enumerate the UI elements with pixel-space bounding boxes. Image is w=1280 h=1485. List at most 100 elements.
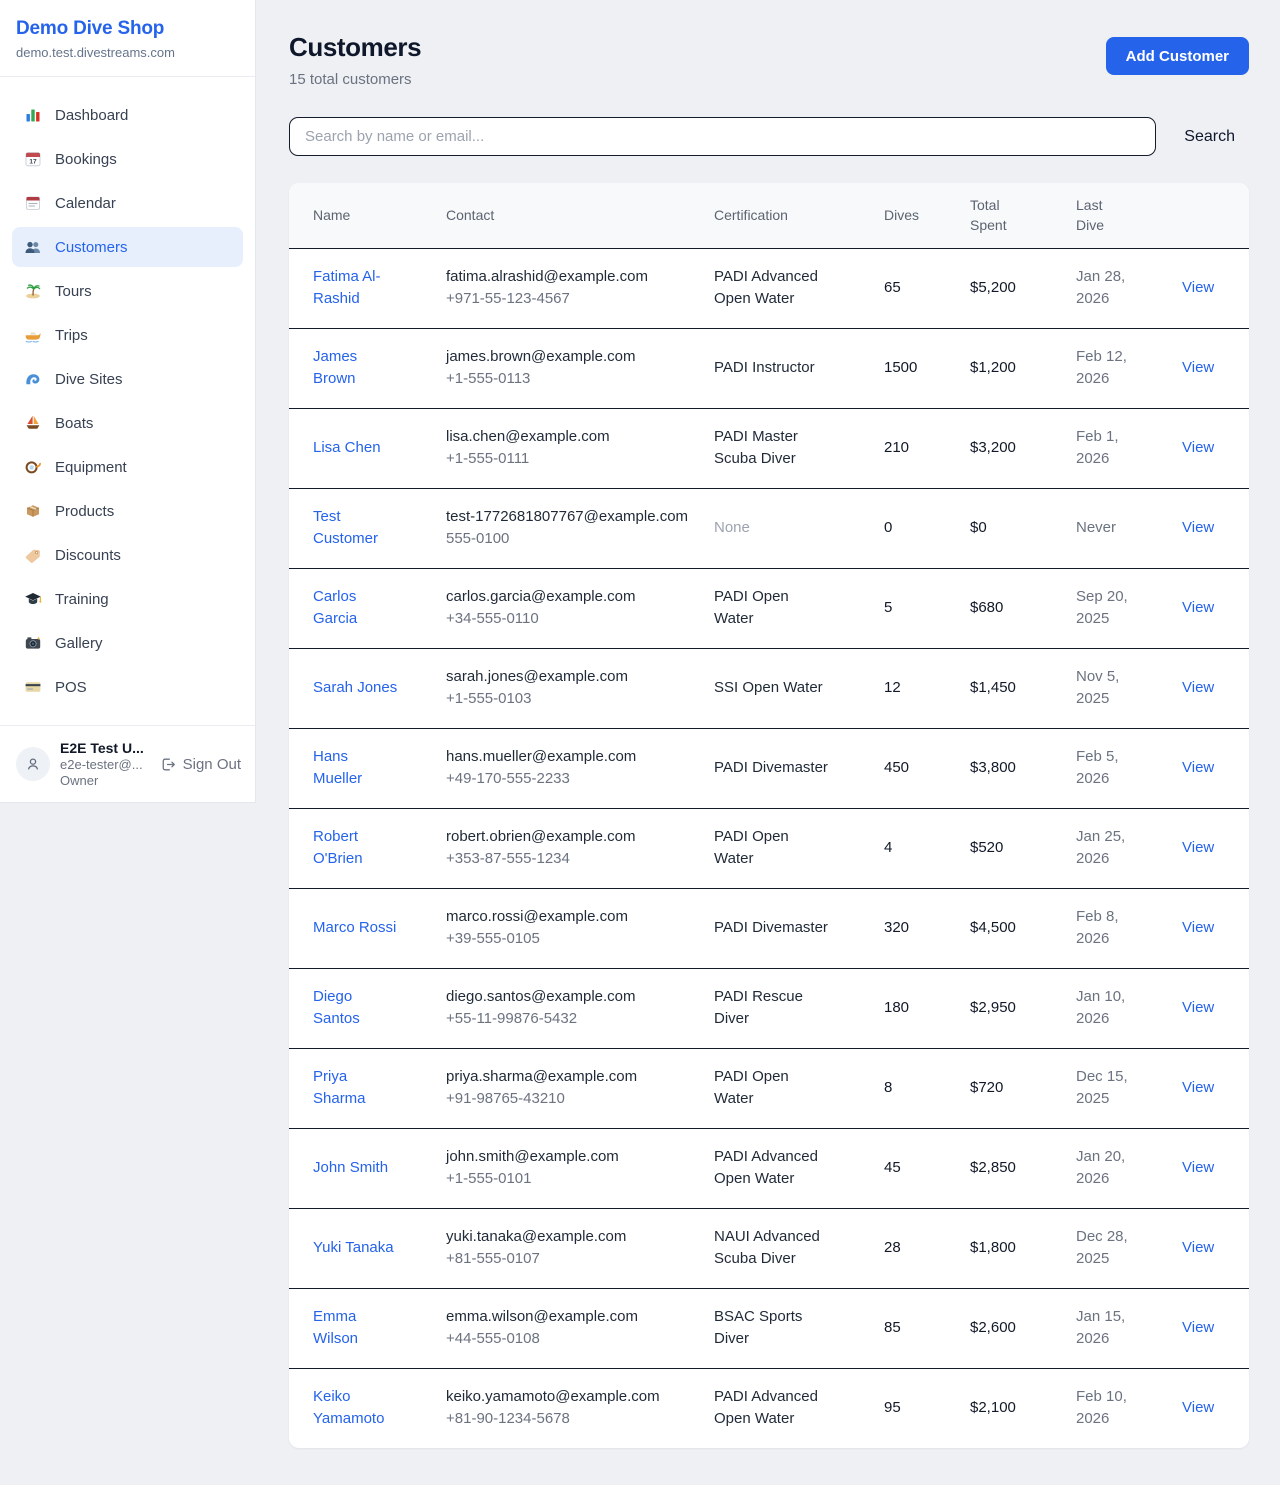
view-link[interactable]: View xyxy=(1182,997,1237,1020)
calendar-date-icon: 17 xyxy=(24,150,42,168)
sidebar-item-discounts[interactable]: Discounts xyxy=(12,535,243,575)
customer-name-link[interactable]: Hans Mueller xyxy=(313,746,399,791)
table-header-row: Name Contact Certification Dives Total S… xyxy=(289,183,1249,248)
customer-total-spent: $720 xyxy=(970,1077,1052,1100)
customer-last-dive: Jan 15, 2026 xyxy=(1076,1306,1140,1351)
customer-dives: 65 xyxy=(884,277,946,300)
sidebar-item-pos[interactable]: POS xyxy=(12,667,243,707)
customer-email: lisa.chen@example.com xyxy=(446,426,690,449)
customer-phone: +34-555-0110 xyxy=(446,608,690,631)
sidebar-item-dive-sites[interactable]: Dive Sites xyxy=(12,359,243,399)
view-link[interactable]: View xyxy=(1182,1397,1237,1420)
customer-name-link[interactable]: John Smith xyxy=(313,1157,399,1180)
view-link[interactable]: View xyxy=(1182,1157,1237,1180)
customer-certification: PADI Advanced Open Water xyxy=(714,1146,830,1191)
customer-name-link[interactable]: Emma Wilson xyxy=(313,1306,399,1351)
sidebar-item-calendar[interactable]: Calendar xyxy=(12,183,243,223)
sidebar: Demo Dive Shop demo.test.divestreams.com… xyxy=(0,0,256,803)
desert-island-icon xyxy=(24,282,42,300)
customer-last-dive: Dec 28, 2025 xyxy=(1076,1226,1140,1271)
customer-phone: +39-555-0105 xyxy=(446,928,690,951)
view-link[interactable]: View xyxy=(1182,597,1237,620)
customer-name-link[interactable]: Yuki Tanaka xyxy=(313,1237,399,1260)
sidebar-item-label: Equipment xyxy=(55,459,127,476)
table-row: Sarah Jones sarah.jones@example.com +1-5… xyxy=(289,648,1249,728)
view-link[interactable]: View xyxy=(1182,917,1237,940)
view-link[interactable]: View xyxy=(1182,757,1237,780)
view-link[interactable]: View xyxy=(1182,357,1237,380)
view-link[interactable]: View xyxy=(1182,837,1237,860)
customer-phone: +1-555-0101 xyxy=(446,1168,690,1191)
customer-last-dive: Jan 25, 2026 xyxy=(1076,826,1140,871)
customer-name-link[interactable]: Fatima Al-Rashid xyxy=(313,266,399,311)
table-row: Carlos Garcia carlos.garcia@example.com … xyxy=(289,568,1249,648)
view-link[interactable]: View xyxy=(1182,277,1237,300)
sidebar-item-label: Calendar xyxy=(55,195,116,212)
sidebar-item-customers[interactable]: Customers xyxy=(12,227,243,267)
customer-name-link[interactable]: Carlos Garcia xyxy=(313,586,399,631)
sidebar-item-tours[interactable]: Tours xyxy=(12,271,243,311)
customer-dives: 8 xyxy=(884,1077,946,1100)
customer-email: fatima.alrashid@example.com xyxy=(446,266,690,289)
page-header: Customers 15 total customers Add Custome… xyxy=(289,32,1249,88)
customer-dives: 12 xyxy=(884,677,946,700)
view-link[interactable]: View xyxy=(1182,1317,1237,1340)
people-icon xyxy=(24,238,42,256)
customer-last-dive: Sep 20, 2025 xyxy=(1076,586,1140,631)
column-header-certification: Certification xyxy=(702,183,872,248)
person-icon xyxy=(23,754,43,774)
view-link[interactable]: View xyxy=(1182,677,1237,700)
customer-phone: +44-555-0108 xyxy=(446,1328,690,1351)
customer-certification: PADI Rescue Diver xyxy=(714,986,830,1031)
customer-total-spent: $2,100 xyxy=(970,1397,1052,1420)
sidebar-item-boats[interactable]: Boats xyxy=(12,403,243,443)
customer-name-link[interactable]: Marco Rossi xyxy=(313,917,399,940)
sidebar-item-gallery[interactable]: Gallery xyxy=(12,623,243,663)
customer-last-dive: Feb 12, 2026 xyxy=(1076,346,1140,391)
sidebar-item-training[interactable]: Training xyxy=(12,579,243,619)
sidebar-item-equipment[interactable]: Equipment xyxy=(12,447,243,487)
sidebar-item-label: Bookings xyxy=(55,151,117,168)
customer-phone: +353-87-555-1234 xyxy=(446,848,690,871)
sidebar-item-label: Discounts xyxy=(55,547,121,564)
column-header-name: Name xyxy=(289,183,434,248)
table-row: Lisa Chen lisa.chen@example.com +1-555-0… xyxy=(289,408,1249,488)
customer-phone: +49-170-555-2233 xyxy=(446,768,690,791)
customer-last-dive: Jan 10, 2026 xyxy=(1076,986,1140,1031)
view-link[interactable]: View xyxy=(1182,437,1237,460)
customer-name-link[interactable]: Priya Sharma xyxy=(313,1066,399,1111)
column-header-total-spent: Total Spent xyxy=(958,183,1064,248)
sidebar-item-label: POS xyxy=(55,679,87,696)
customer-phone: +91-98765-43210 xyxy=(446,1088,690,1111)
sidebar-item-label: Customers xyxy=(55,239,128,256)
view-link[interactable]: View xyxy=(1182,1237,1237,1260)
sidebar-item-bookings[interactable]: 17 Bookings xyxy=(12,139,243,179)
customer-name-link[interactable]: Diego Santos xyxy=(313,986,399,1031)
sidebar-item-dashboard[interactable]: Dashboard xyxy=(12,95,243,135)
sign-out-label: Sign Out xyxy=(183,756,241,773)
customer-name-link[interactable]: Robert O'Brien xyxy=(313,826,399,871)
view-link[interactable]: View xyxy=(1182,517,1237,540)
customer-phone: +81-555-0107 xyxy=(446,1248,690,1271)
user-email: e2e-tester@... xyxy=(60,757,149,772)
customer-certification: PADI Divemaster xyxy=(714,917,830,940)
table-row: Robert O'Brien robert.obrien@example.com… xyxy=(289,808,1249,888)
customer-dives: 85 xyxy=(884,1317,946,1340)
sidebar-item-label: Training xyxy=(55,591,109,608)
customer-total-spent: $3,800 xyxy=(970,757,1052,780)
sign-out-button[interactable]: Sign Out xyxy=(159,756,241,773)
column-header-contact: Contact xyxy=(434,183,702,248)
customer-name-link[interactable]: Lisa Chen xyxy=(313,437,399,460)
search-input[interactable] xyxy=(289,117,1156,156)
customer-name-link[interactable]: Test Customer xyxy=(313,506,399,551)
add-customer-button[interactable]: Add Customer xyxy=(1106,37,1249,75)
sidebar-item-products[interactable]: Products xyxy=(12,491,243,531)
customer-dives: 45 xyxy=(884,1157,946,1180)
customer-name-link[interactable]: Sarah Jones xyxy=(313,677,399,700)
customer-name-link[interactable]: Keiko Yamamoto xyxy=(313,1386,399,1431)
table-row: Test Customer test-1772681807767@example… xyxy=(289,488,1249,568)
customer-name-link[interactable]: James Brown xyxy=(313,346,399,391)
sidebar-item-trips[interactable]: Trips xyxy=(12,315,243,355)
search-button[interactable]: Search xyxy=(1156,128,1249,146)
view-link[interactable]: View xyxy=(1182,1077,1237,1100)
